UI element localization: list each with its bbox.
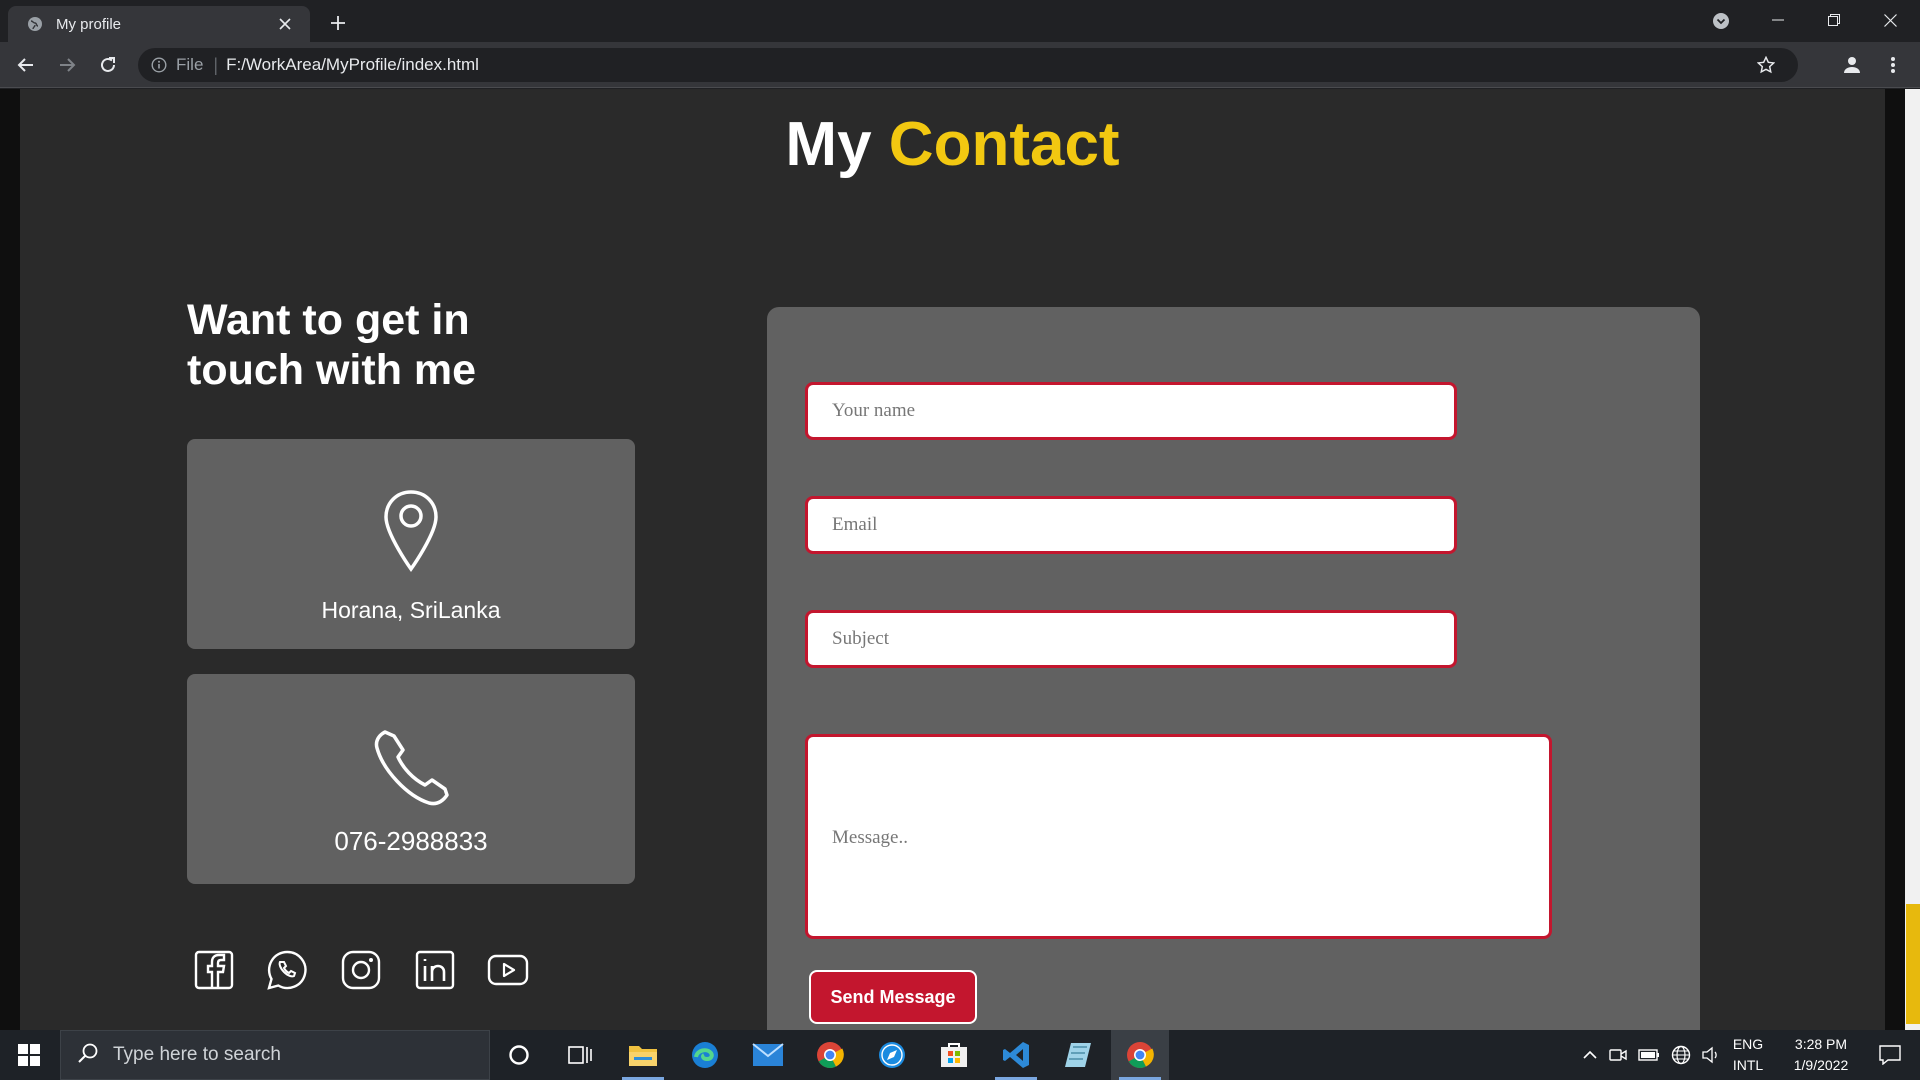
message-textarea[interactable] [805,734,1552,939]
clock-time: 3:28 PM [1794,1036,1848,1052]
browser-toolbar: File | F:/WorkArea/MyProfile/index.html [0,42,1920,88]
new-tab-button[interactable] [324,9,352,37]
scrollbar-thumb[interactable] [1906,904,1920,1024]
whatsapp-icon[interactable] [266,949,308,991]
tab-title: My profile [56,15,122,33]
page-scrollbar[interactable] [1905,89,1920,1030]
restore-button[interactable] [1806,0,1862,40]
linkedin-icon[interactable] [414,949,456,991]
task-view-icon[interactable] [551,1030,609,1080]
phone-icon [371,728,451,808]
contact-section: My Contact Want to get in touch with me … [20,89,1885,1030]
info-icon[interactable] [150,56,168,74]
address-bar[interactable]: File | F:/WorkArea/MyProfile/index.html [138,48,1798,82]
send-message-button[interactable]: Send Message [809,970,977,1024]
page-title-accent: Contact [888,110,1120,179]
meet-now-icon[interactable] [1606,1030,1630,1080]
back-button[interactable] [10,49,42,81]
chrome-icon[interactable] [801,1030,859,1080]
phone-text: 076-2988833 [334,826,488,856]
address-text: Horana, SriLanka [321,597,501,623]
page-title: My Contact [20,109,1885,180]
volume-icon[interactable] [1698,1030,1724,1080]
cortana-icon[interactable] [490,1030,548,1080]
mail-icon[interactable] [739,1030,797,1080]
name-input[interactable] [805,382,1457,440]
facebook-icon[interactable] [193,949,235,991]
email-input[interactable] [805,496,1457,554]
battery-icon[interactable] [1636,1030,1662,1080]
notification-center-icon[interactable] [1866,1030,1914,1080]
search-placeholder: Type here to search [113,1044,281,1065]
file-explorer-icon[interactable] [614,1030,672,1080]
forward-button[interactable] [51,49,83,81]
language-code: ENG [1732,1036,1764,1052]
profile-icon[interactable] [1838,51,1866,79]
browser-tabstrip: My profile [0,0,1920,42]
youtube-icon[interactable] [487,949,529,991]
search-icon [77,1042,99,1069]
clock-date: 1/9/2022 [1793,1057,1849,1073]
contact-form: Send Message [767,307,1700,1030]
page-title-plain: My [785,110,872,179]
close-window-button[interactable] [1862,0,1918,40]
vscode-icon[interactable] [987,1030,1045,1080]
subject-input[interactable] [805,610,1457,668]
menu-kebab-icon[interactable] [1879,51,1907,79]
show-hidden-icons-chevron-icon[interactable] [1578,1030,1602,1080]
location-card: Horana, SriLanka [187,439,635,649]
globe-icon [26,15,44,33]
page-viewport: My Contact Want to get in touch with me … [0,89,1920,1030]
edge-browser-icon[interactable] [676,1030,734,1080]
phone-card: 076-2988833 [187,674,635,884]
reload-button[interactable] [92,49,124,81]
minimize-button[interactable] [1750,0,1806,40]
close-tab-icon[interactable] [274,13,296,35]
keyboard-layout: INTL [1732,1057,1764,1073]
input-language-indicator[interactable]: ENG INTL [1726,1030,1770,1080]
windows-start-icon[interactable] [0,1030,58,1080]
notes-app-icon[interactable] [1049,1030,1107,1080]
clock[interactable]: 3:28 PM 1/9/2022 [1776,1030,1866,1080]
taskbar-search[interactable]: Type here to search [60,1030,490,1080]
network-globe-icon[interactable] [1668,1030,1694,1080]
windows-taskbar: Type here to search ENG INTL 3:28 PM 1/9… [0,1030,1920,1080]
url-scheme-label: File [176,55,204,74]
tab-search-button[interactable] [1708,8,1734,34]
chrome-taskbar-active-icon[interactable] [1111,1030,1169,1080]
microsoft-store-icon[interactable] [925,1030,983,1080]
contact-subheading: Want to get in touch with me [187,296,477,394]
instagram-icon[interactable] [340,949,382,991]
location-pin-icon [382,489,440,573]
url-text[interactable]: F:/WorkArea/MyProfile/index.html [226,55,479,75]
browser-tab[interactable]: My profile [8,6,310,42]
safari-icon[interactable] [863,1030,921,1080]
url-separator: | [213,54,219,75]
bookmark-star-icon[interactable] [1756,55,1776,75]
